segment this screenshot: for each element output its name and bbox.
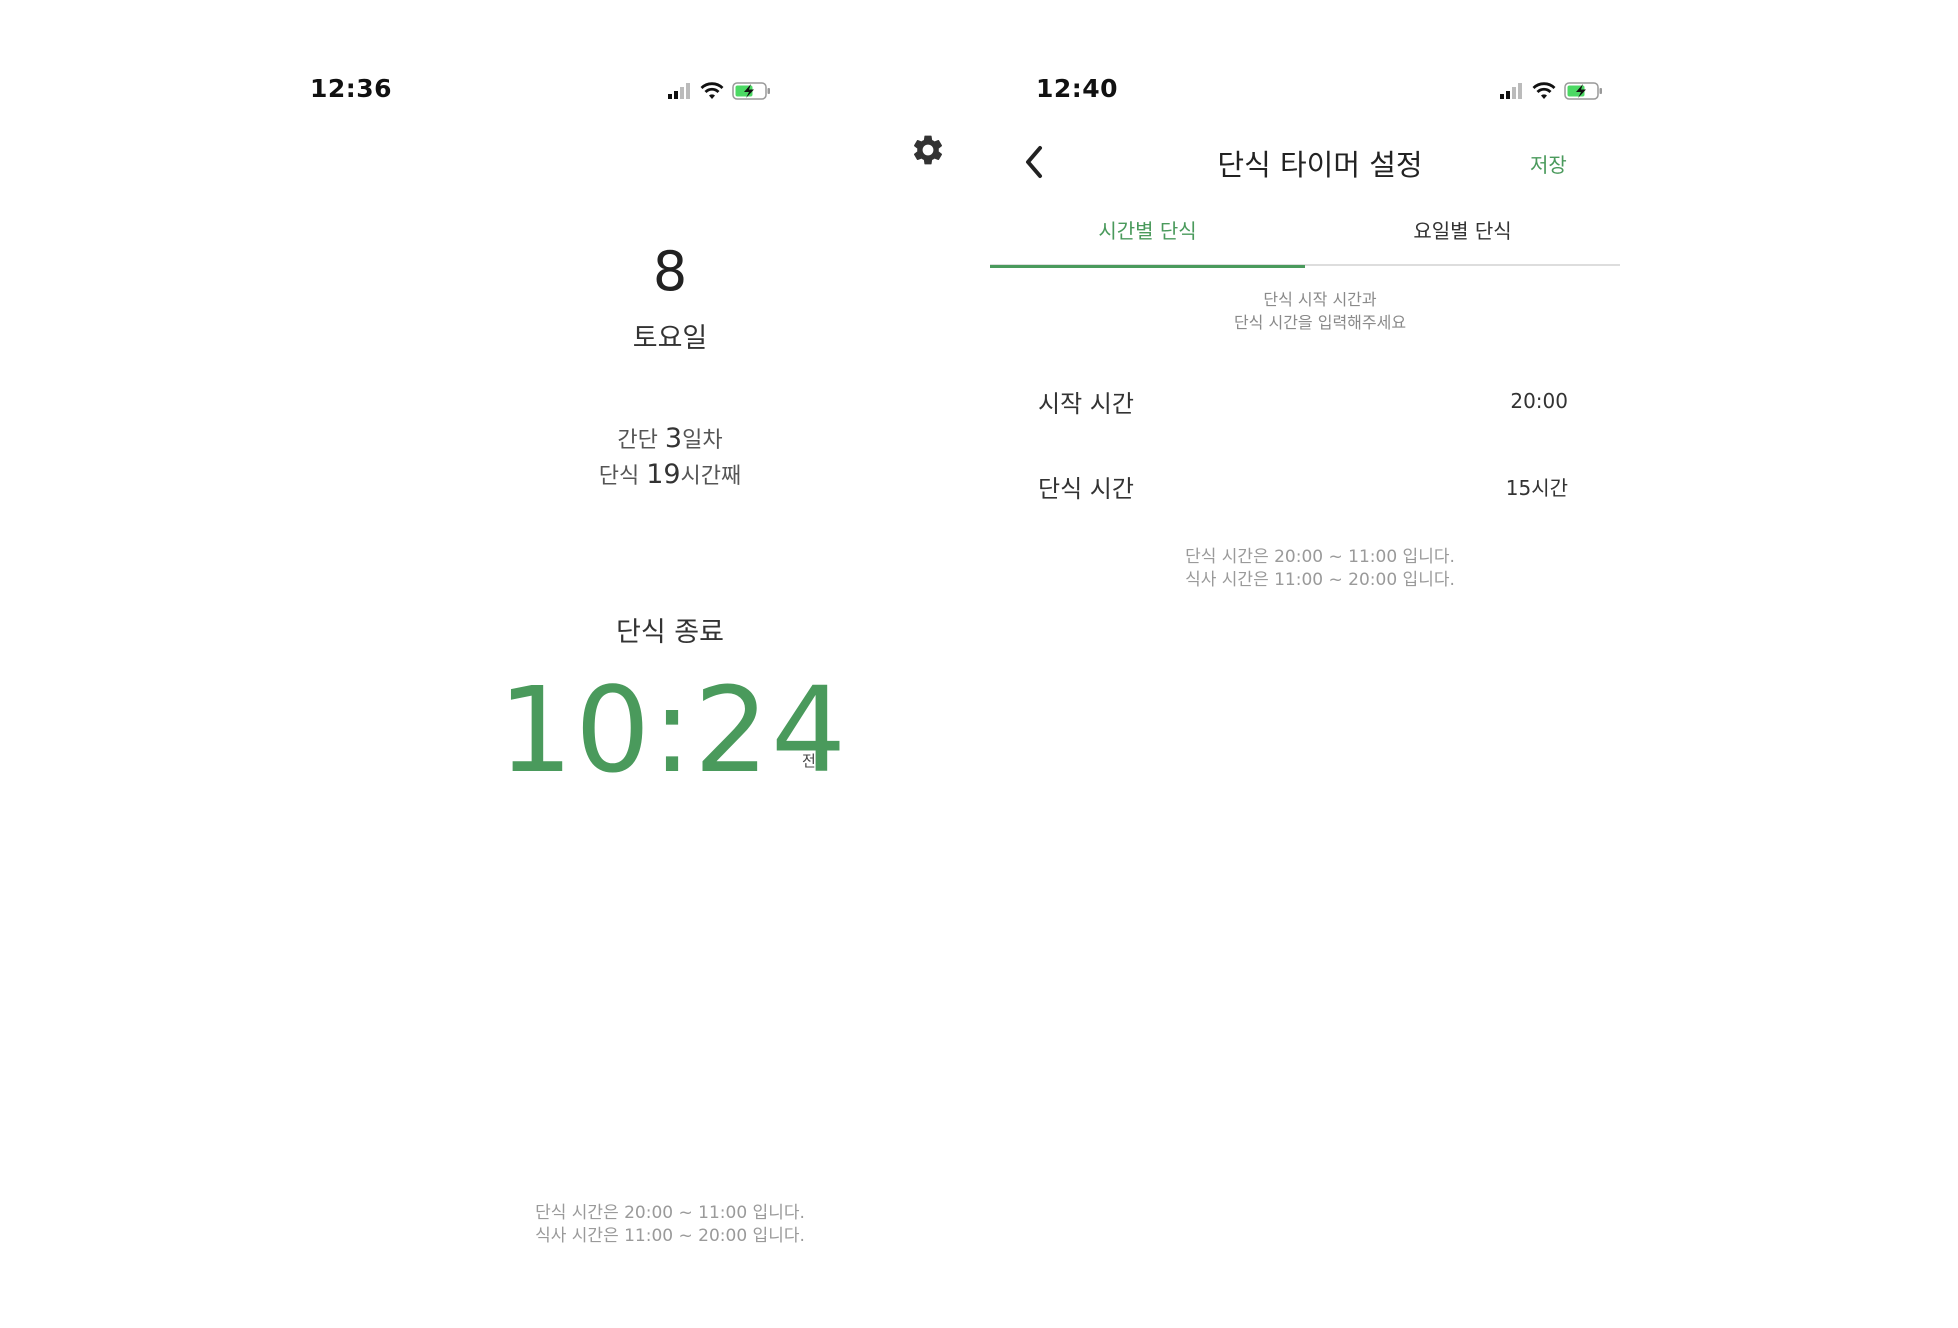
fasting-duration-value: 15시간 xyxy=(1505,475,1568,500)
fasting-hours-line: 단식 19시간째 xyxy=(350,458,990,494)
fasting-end-ampm: 전 xyxy=(802,752,816,770)
battery-charging-icon xyxy=(732,82,770,100)
fasting-end-time: 10:24 xyxy=(498,661,849,799)
eating-schedule-text: 식사 시간은 11:00 ~ 20:00 입니다. xyxy=(1185,570,1455,590)
start-time-label: 시작 시간 xyxy=(1038,389,1134,418)
streak-days-suffix: 일차 xyxy=(682,428,723,453)
start-time-value: 20:00 xyxy=(1510,389,1568,413)
eating-schedule-text: 식사 시간은 11:00 ~ 20:00 입니다. xyxy=(535,1226,805,1246)
fasting-schedule-text: 단식 시간은 20:00 ~ 11:00 입니다. xyxy=(535,1203,805,1223)
instruction-line-1: 단식 시작 시간과 xyxy=(1263,290,1377,309)
streak-days-value: 3 xyxy=(664,423,683,454)
streak-days-line: 간단 3일차 xyxy=(350,422,990,458)
instruction-text: 단식 시작 시간과 단식 시간을 입력해주세요 xyxy=(1000,288,1640,334)
tab-hourly-fasting[interactable]: 시간별 단식 xyxy=(990,218,1305,268)
fasting-streak: 간단 3일차 단식 19시간째 xyxy=(350,422,990,494)
status-bar-time: 12:36 xyxy=(310,74,393,103)
battery-charging-icon xyxy=(1564,82,1602,100)
home-screen: 12:36 8 토요일 간단 3일차 단식 19시간째 단식 종료 10:24 … xyxy=(310,0,990,1328)
status-bar-icons xyxy=(668,80,772,102)
status-bar-time: 12:40 xyxy=(1036,74,1119,103)
fasting-duration-label: 단식 시간 xyxy=(1038,474,1134,503)
instruction-line-2: 단식 시간을 입력해주세요 xyxy=(1233,313,1407,332)
streak-days-prefix: 간단 xyxy=(617,428,665,453)
weekday-label: 토요일 xyxy=(632,323,708,354)
cellular-signal-icon xyxy=(1500,83,1522,99)
save-button[interactable]: 저장 xyxy=(1530,149,1567,178)
fasting-schedule-text: 단식 시간은 20:00 ~ 11:00 입니다. xyxy=(1185,547,1455,567)
date-number: 8 xyxy=(652,240,688,303)
settings-screen: 12:40 단식 타이머 설정 저장 시간별 단식 요일별 단식 단식 시작 시… xyxy=(990,0,1640,1328)
fasting-hours-suffix: 시간째 xyxy=(680,464,742,489)
fasting-duration-row[interactable]: 단식 시간 15시간 xyxy=(1038,461,1568,511)
fasting-hours-prefix: 단식 xyxy=(598,464,647,489)
cellular-signal-icon xyxy=(668,83,690,99)
wifi-icon xyxy=(1532,82,1556,99)
fasting-end-label: 단식 종료 xyxy=(616,617,724,648)
schedule-footer: 단식 시간은 20:00 ~ 11:00 입니다. 식사 시간은 11:00 ~… xyxy=(350,1202,990,1248)
schedule-summary: 단식 시간은 20:00 ~ 11:00 입니다. 식사 시간은 11:00 ~… xyxy=(1000,546,1640,592)
fasting-mode-tabs: 시간별 단식 요일별 단식 xyxy=(990,218,1620,268)
gear-icon[interactable] xyxy=(910,132,946,168)
status-bar-icons xyxy=(1500,80,1604,102)
wifi-icon xyxy=(700,82,724,99)
start-time-row[interactable]: 시작 시간 20:00 xyxy=(1038,376,1568,426)
fasting-hours-value: 19 xyxy=(646,459,681,490)
tab-weekday-fasting[interactable]: 요일별 단식 xyxy=(1305,218,1620,264)
